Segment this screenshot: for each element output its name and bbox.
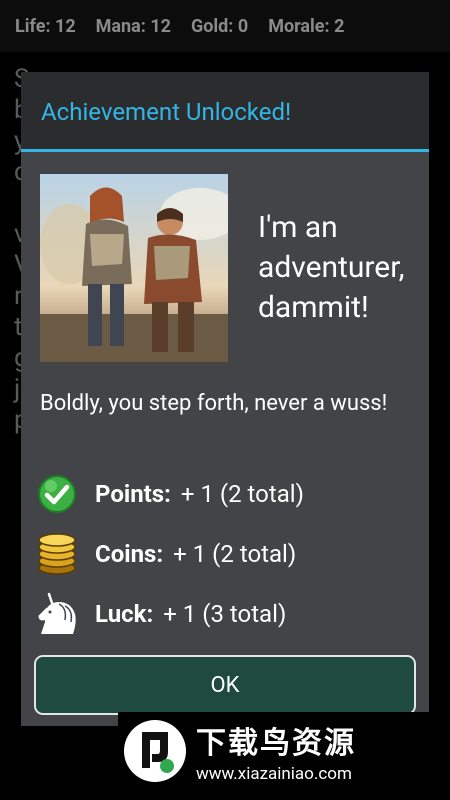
coins-icon bbox=[35, 532, 79, 576]
watermark-url: www.xiazainiao.com bbox=[196, 764, 352, 784]
reward-label: Coins: bbox=[95, 540, 164, 568]
reward-amount: + 1 (2 total) bbox=[173, 540, 297, 568]
reward-luck: Luck: + 1 (3 total) bbox=[35, 592, 286, 636]
reward-points: Points: + 1 (2 total) bbox=[35, 472, 304, 516]
reward-amount: + 1 (3 total) bbox=[163, 600, 287, 628]
mana-stat: Mana: 12 bbox=[95, 15, 171, 37]
morale-stat: Morale: 2 bbox=[268, 15, 345, 37]
achievement-message: Boldly, you step forth, never a wuss! bbox=[40, 391, 388, 416]
reward-amount: + 1 (2 total) bbox=[180, 480, 304, 508]
watermark-title: 下载鸟资源 bbox=[196, 726, 356, 761]
life-stat: Life: 12 bbox=[15, 15, 76, 37]
check-icon bbox=[35, 472, 79, 516]
status-bar: Life: 12 Mana: 12 Gold: 0 Morale: 2 bbox=[0, 0, 450, 52]
dialog-header: Achievement Unlocked! bbox=[21, 72, 429, 152]
unicorn-icon bbox=[35, 592, 79, 636]
gold-stat: Gold: 0 bbox=[190, 15, 249, 37]
reward-label: Luck: bbox=[95, 600, 154, 628]
achievement-heading: I'm an adventurer, dammit! bbox=[258, 210, 405, 325]
reward-coins: Coins: + 1 (2 total) bbox=[35, 532, 296, 576]
hero-row: I'm an adventurer, dammit! bbox=[40, 174, 420, 362]
dialog-title: Achievement Unlocked! bbox=[41, 98, 292, 126]
achievement-dialog: Achievement Unlocked! I'm an adventurer,… bbox=[21, 72, 429, 726]
adventurers-portrait bbox=[40, 174, 228, 362]
ok-button[interactable]: OK bbox=[34, 655, 416, 715]
reward-label: Points: bbox=[95, 480, 171, 508]
site-watermark: 下载鸟资源 www.xiazainiao.com bbox=[118, 712, 432, 790]
watermark-logo bbox=[122, 718, 188, 784]
